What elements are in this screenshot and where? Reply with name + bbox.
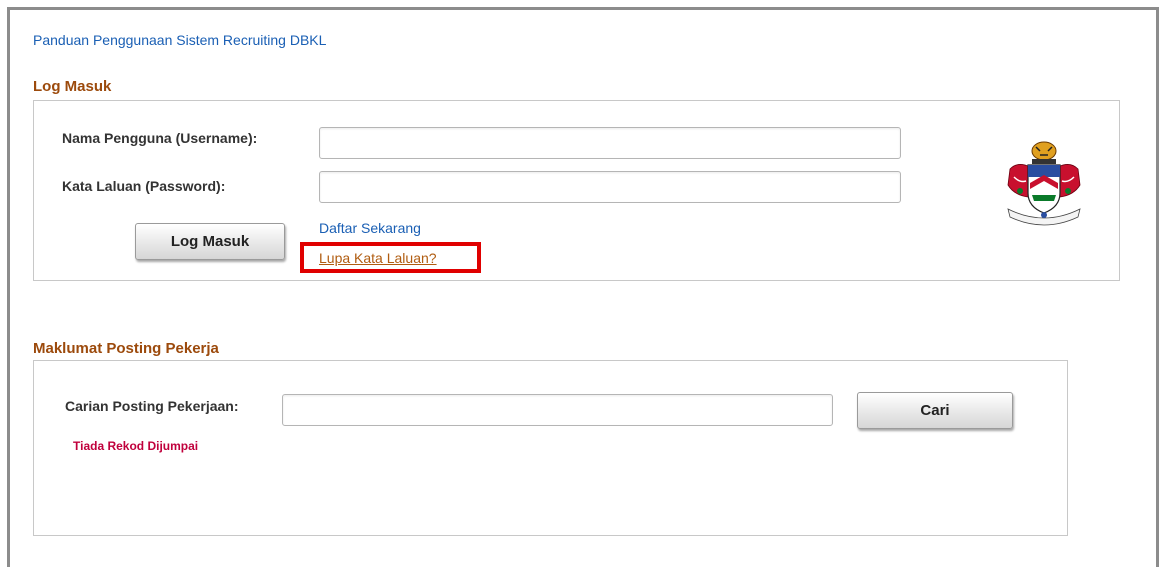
job-section-title: Maklumat Posting Pekerja bbox=[33, 340, 219, 357]
login-section-title: Log Masuk bbox=[33, 78, 112, 95]
password-input[interactable] bbox=[319, 171, 901, 203]
user-guide-link[interactable]: Panduan Penggunaan Sistem Recruiting DBK… bbox=[33, 32, 326, 48]
register-link[interactable]: Daftar Sekarang bbox=[319, 220, 421, 236]
login-button[interactable]: Log Masuk bbox=[135, 223, 285, 260]
username-label: Nama Pengguna (Username): bbox=[62, 130, 258, 146]
search-button[interactable]: Cari bbox=[857, 392, 1013, 429]
job-search-input[interactable] bbox=[282, 394, 833, 426]
forgot-password-link[interactable]: Lupa Kata Laluan? bbox=[319, 250, 437, 266]
job-search-label: Carian Posting Pekerjaan: bbox=[65, 398, 239, 414]
dbkl-crest-icon bbox=[1007, 141, 1081, 226]
password-label: Kata Laluan (Password): bbox=[62, 178, 226, 194]
username-input[interactable] bbox=[319, 127, 901, 159]
no-records-message: Tiada Rekod Dijumpai bbox=[73, 439, 199, 453]
